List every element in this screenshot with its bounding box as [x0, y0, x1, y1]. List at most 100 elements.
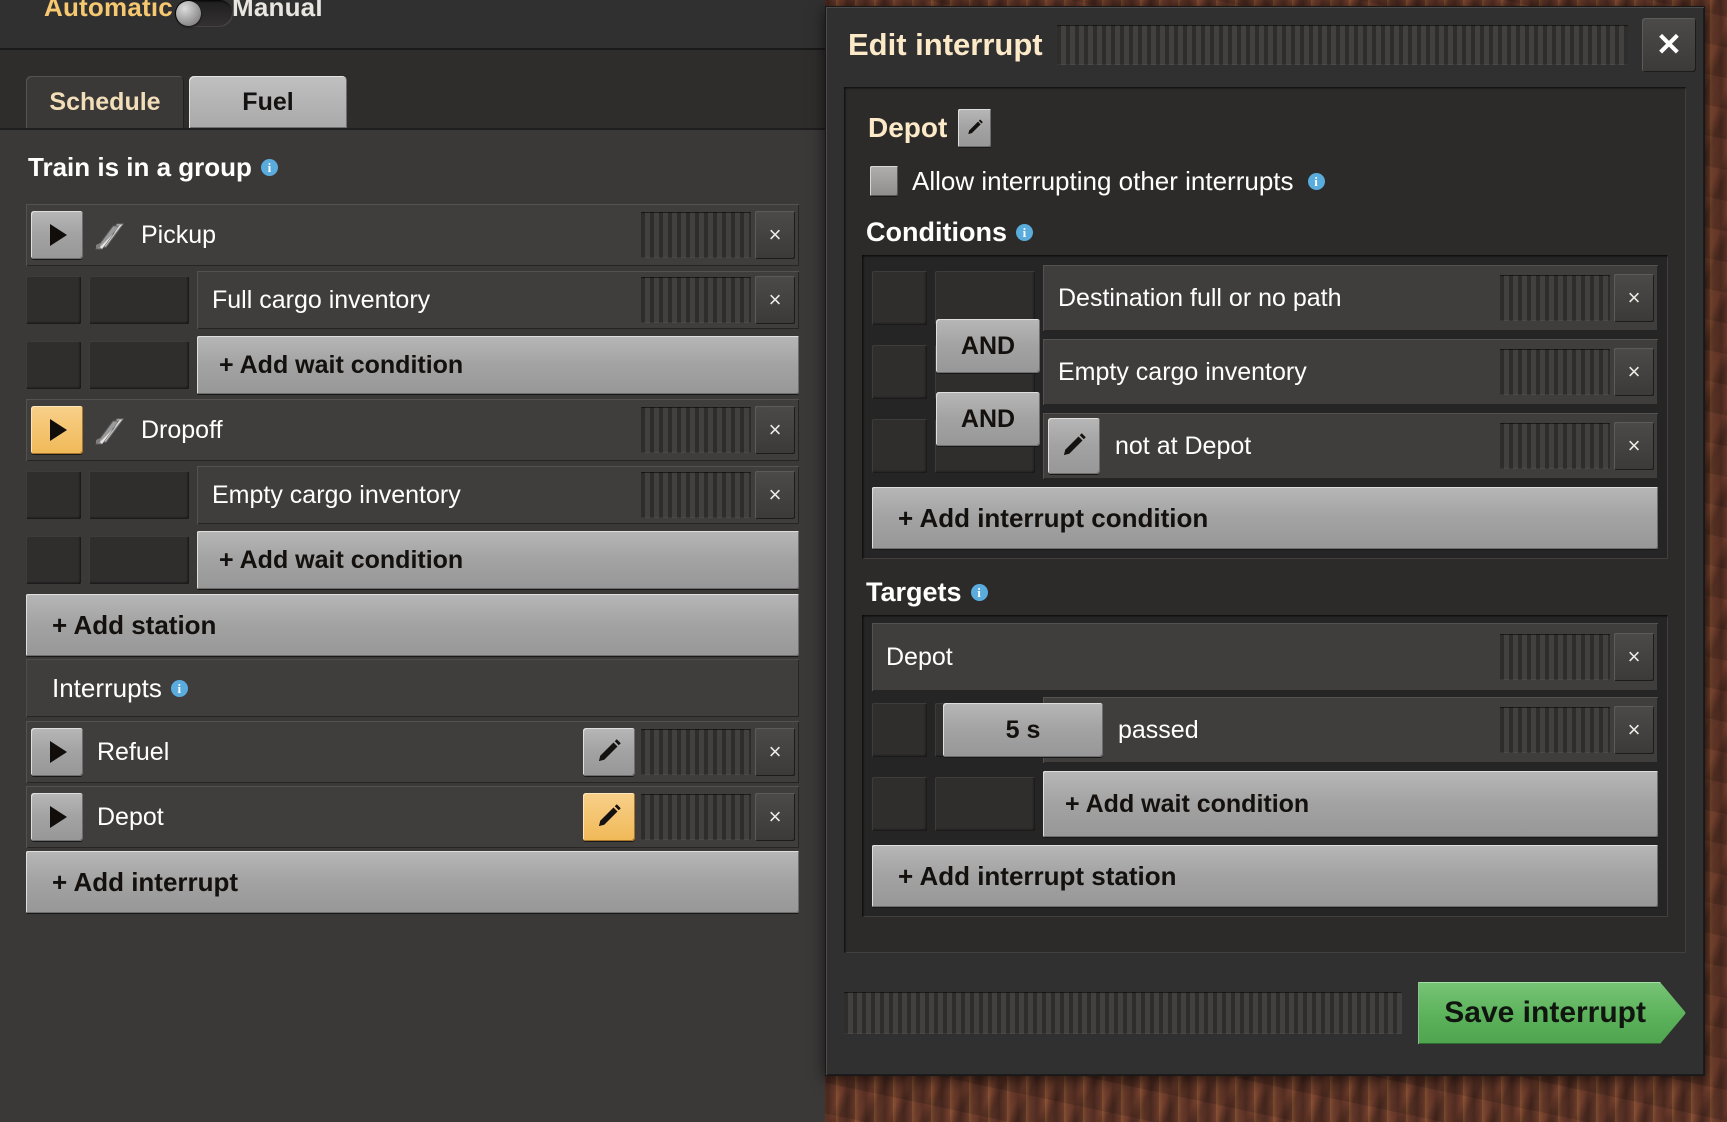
- interrupt-condition-body[interactable]: Empty cargo inventory ×: [1043, 339, 1658, 405]
- condition-slot-operator[interactable]: [872, 419, 927, 473]
- target-wait-condition-body[interactable]: 5 s passed ×: [1043, 697, 1658, 763]
- condition-slot-spacer[interactable]: [89, 471, 189, 519]
- rail-icon: [91, 411, 131, 449]
- add-wait-condition-button[interactable]: + Add wait condition: [1043, 771, 1658, 837]
- rename-interrupt-button[interactable]: [958, 109, 991, 147]
- interrupt-condition-body[interactable]: Destination full or no path ×: [1043, 265, 1658, 331]
- condition-slot-operator[interactable]: [872, 271, 927, 325]
- station-play-button-active[interactable]: [31, 406, 83, 454]
- condition-slot-spacer[interactable]: [935, 271, 1035, 325]
- dialog-titlebar: Edit interrupt ✕: [826, 7, 1704, 83]
- remove-condition-button[interactable]: ×: [755, 471, 795, 519]
- add-interrupt-station-button[interactable]: + Add interrupt station: [872, 845, 1658, 907]
- add-wait-condition-row: + Add wait condition: [26, 529, 799, 591]
- interrupt-play-button[interactable]: [31, 728, 83, 776]
- schedule-station-row[interactable]: Pickup ×: [26, 204, 799, 266]
- close-icon[interactable]: ✕: [1642, 18, 1696, 72]
- info-icon[interactable]: [1308, 173, 1325, 190]
- play-icon: [50, 741, 67, 763]
- wait-condition-body[interactable]: Empty cargo inventory ×: [197, 466, 799, 524]
- add-wait-condition-row: + Add wait condition: [26, 334, 799, 396]
- add-interrupt-button[interactable]: + Add interrupt: [26, 851, 799, 913]
- station-name: Pickup: [141, 221, 641, 250]
- condition-drag-handle[interactable]: [1500, 349, 1610, 395]
- conditions-group: AND AND Destination full or no path × Em…: [862, 255, 1668, 559]
- add-station-button[interactable]: + Add station: [26, 594, 799, 656]
- tab-fuel[interactable]: Fuel: [189, 76, 347, 128]
- remove-condition-button[interactable]: ×: [1614, 422, 1654, 470]
- remove-target-button[interactable]: ×: [1614, 633, 1654, 681]
- info-icon[interactable]: [971, 584, 988, 601]
- target-wait-condition-row: 5 s passed ×: [872, 695, 1658, 765]
- remove-condition-button[interactable]: ×: [755, 276, 795, 324]
- remove-condition-button[interactable]: ×: [1614, 348, 1654, 396]
- schedule-station-row[interactable]: Dropoff ×: [26, 399, 799, 461]
- info-icon[interactable]: [261, 159, 278, 176]
- toggle-knob: [176, 1, 201, 26]
- row-drag-handle[interactable]: [641, 407, 751, 453]
- remove-condition-button[interactable]: ×: [1614, 706, 1654, 754]
- interrupts-label: Interrupts: [52, 673, 162, 704]
- automatic-manual-toggle[interactable]: [175, 0, 233, 27]
- condition-drag-handle[interactable]: [1500, 275, 1610, 321]
- interrupt-condition-text: Destination full or no path: [1043, 284, 1500, 313]
- remove-interrupt-button[interactable]: ×: [755, 793, 795, 841]
- condition-slot-operator[interactable]: [872, 703, 927, 757]
- edit-interrupt-button-active[interactable]: [583, 793, 635, 841]
- remove-interrupt-button[interactable]: ×: [755, 728, 795, 776]
- row-drag-handle[interactable]: [641, 729, 751, 775]
- condition-drag-handle[interactable]: [641, 472, 751, 518]
- interrupt-name-value: Depot: [868, 112, 947, 144]
- add-wait-condition-button[interactable]: + Add wait condition: [197, 336, 799, 394]
- row-drag-handle[interactable]: [641, 212, 751, 258]
- target-station-row[interactable]: Depot ×: [872, 623, 1658, 691]
- condition-slot-operator[interactable]: [872, 777, 927, 831]
- condition-slot-operator[interactable]: [872, 345, 927, 399]
- condition-slot-operator[interactable]: [26, 471, 81, 519]
- wait-condition-body[interactable]: Full cargo inventory ×: [197, 271, 799, 329]
- info-icon[interactable]: [1016, 224, 1033, 241]
- condition-operator-button[interactable]: AND: [936, 319, 1040, 373]
- interrupt-play-button[interactable]: [31, 793, 83, 841]
- row-drag-handle[interactable]: [641, 794, 751, 840]
- play-icon: [50, 806, 67, 828]
- condition-slot-spacer[interactable]: [89, 276, 189, 324]
- allow-interrupting-label: Allow interrupting other interrupts: [912, 166, 1294, 197]
- tab-schedule[interactable]: Schedule: [26, 76, 184, 128]
- condition-slot-operator[interactable]: [26, 276, 81, 324]
- info-icon[interactable]: [171, 680, 188, 697]
- targets-section-label: Targets: [862, 569, 1668, 615]
- pencil-icon: [594, 737, 624, 767]
- condition-slot-spacer[interactable]: [89, 341, 189, 389]
- condition-slot-spacer[interactable]: [89, 536, 189, 584]
- station-play-button[interactable]: [31, 211, 83, 259]
- train-group-label: Train is in a group: [28, 152, 252, 183]
- edit-condition-button[interactable]: [1048, 418, 1100, 474]
- save-interrupt-button[interactable]: Save interrupt: [1418, 982, 1686, 1044]
- condition-drag-handle[interactable]: [641, 277, 751, 323]
- condition-slot-operator[interactable]: [26, 536, 81, 584]
- condition-operator-button[interactable]: AND: [936, 392, 1040, 446]
- remove-condition-button[interactable]: ×: [1614, 274, 1654, 322]
- wait-condition-row: Empty cargo inventory ×: [26, 464, 799, 526]
- condition-slot-operator[interactable]: [26, 341, 81, 389]
- dialog-drag-handle[interactable]: [1057, 25, 1628, 65]
- condition-drag-handle[interactable]: [1500, 423, 1610, 469]
- remove-station-button[interactable]: ×: [755, 211, 795, 259]
- add-wait-condition-button[interactable]: + Add wait condition: [197, 531, 799, 589]
- interrupt-condition-text: Empty cargo inventory: [1043, 358, 1500, 387]
- interrupt-condition-body[interactable]: not at Depot ×: [1043, 413, 1658, 479]
- schedule-body: Train is in a group Pickup ×: [0, 128, 825, 1122]
- add-interrupt-condition-button[interactable]: + Add interrupt condition: [872, 487, 1658, 549]
- edit-interrupt-button[interactable]: [583, 728, 635, 776]
- allow-interrupting-checkbox[interactable]: [870, 166, 898, 196]
- interrupt-row-depot[interactable]: Depot ×: [26, 786, 799, 848]
- row-drag-handle[interactable]: [1500, 634, 1610, 680]
- wait-time-input[interactable]: 5 s: [943, 703, 1103, 757]
- play-icon: [50, 224, 67, 246]
- footer-drag-handle[interactable]: [844, 992, 1402, 1034]
- condition-drag-handle[interactable]: [1500, 707, 1610, 753]
- interrupt-row-refuel[interactable]: Refuel ×: [26, 721, 799, 783]
- condition-slot-spacer[interactable]: [935, 777, 1035, 831]
- remove-station-button[interactable]: ×: [755, 406, 795, 454]
